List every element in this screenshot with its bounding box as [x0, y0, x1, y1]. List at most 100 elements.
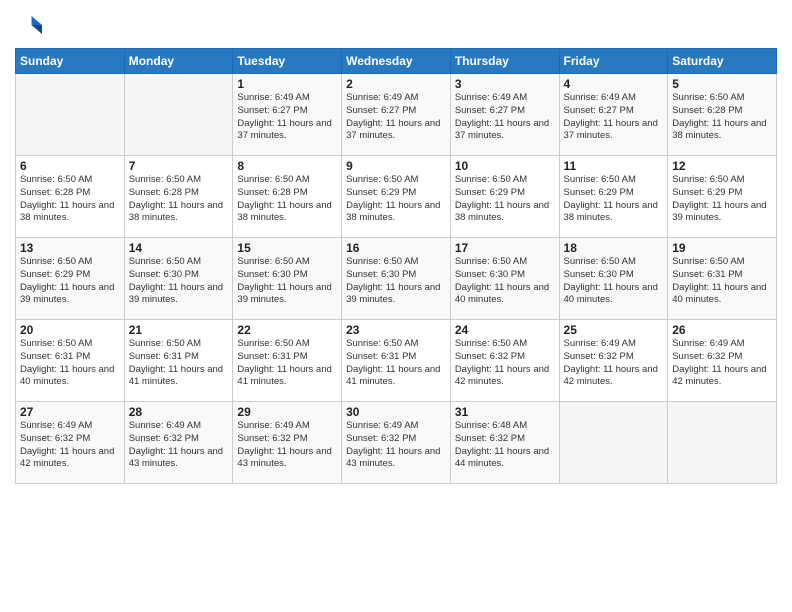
day-info: Sunrise: 6:49 AM Sunset: 6:32 PM Dayligh… — [346, 420, 446, 471]
day-info: Sunrise: 6:50 AM Sunset: 6:32 PM Dayligh… — [455, 338, 555, 389]
calendar-week-4: 20Sunrise: 6:50 AM Sunset: 6:31 PM Dayli… — [16, 320, 777, 402]
calendar-cell — [16, 74, 125, 156]
day-info: Sunrise: 6:48 AM Sunset: 6:32 PM Dayligh… — [455, 420, 555, 471]
day-number: 26 — [672, 323, 772, 337]
calendar-cell: 20Sunrise: 6:50 AM Sunset: 6:31 PM Dayli… — [16, 320, 125, 402]
day-number: 9 — [346, 159, 446, 173]
calendar-cell: 26Sunrise: 6:49 AM Sunset: 6:32 PM Dayli… — [668, 320, 777, 402]
day-info: Sunrise: 6:49 AM Sunset: 6:32 PM Dayligh… — [20, 420, 120, 471]
calendar-cell: 8Sunrise: 6:50 AM Sunset: 6:28 PM Daylig… — [233, 156, 342, 238]
header — [15, 10, 777, 40]
calendar-cell: 13Sunrise: 6:50 AM Sunset: 6:29 PM Dayli… — [16, 238, 125, 320]
calendar-cell: 9Sunrise: 6:50 AM Sunset: 6:29 PM Daylig… — [342, 156, 451, 238]
calendar-header-row: SundayMondayTuesdayWednesdayThursdayFrid… — [16, 49, 777, 74]
day-number: 12 — [672, 159, 772, 173]
day-number: 15 — [237, 241, 337, 255]
day-info: Sunrise: 6:50 AM Sunset: 6:30 PM Dayligh… — [564, 256, 664, 307]
header-monday: Monday — [124, 49, 233, 74]
day-number: 22 — [237, 323, 337, 337]
page: SundayMondayTuesdayWednesdayThursdayFrid… — [0, 0, 792, 612]
calendar-cell: 3Sunrise: 6:49 AM Sunset: 6:27 PM Daylig… — [450, 74, 559, 156]
header-wednesday: Wednesday — [342, 49, 451, 74]
calendar-week-5: 27Sunrise: 6:49 AM Sunset: 6:32 PM Dayli… — [16, 402, 777, 484]
day-info: Sunrise: 6:50 AM Sunset: 6:31 PM Dayligh… — [237, 338, 337, 389]
day-number: 2 — [346, 77, 446, 91]
calendar-cell — [668, 402, 777, 484]
calendar-cell: 21Sunrise: 6:50 AM Sunset: 6:31 PM Dayli… — [124, 320, 233, 402]
day-number: 31 — [455, 405, 555, 419]
day-info: Sunrise: 6:50 AM Sunset: 6:31 PM Dayligh… — [672, 256, 772, 307]
calendar-cell: 6Sunrise: 6:50 AM Sunset: 6:28 PM Daylig… — [16, 156, 125, 238]
day-number: 7 — [129, 159, 229, 173]
day-number: 16 — [346, 241, 446, 255]
day-info: Sunrise: 6:49 AM Sunset: 6:27 PM Dayligh… — [346, 92, 446, 143]
calendar-cell: 15Sunrise: 6:50 AM Sunset: 6:30 PM Dayli… — [233, 238, 342, 320]
calendar-cell: 28Sunrise: 6:49 AM Sunset: 6:32 PM Dayli… — [124, 402, 233, 484]
day-number: 8 — [237, 159, 337, 173]
header-friday: Friday — [559, 49, 668, 74]
calendar-cell: 30Sunrise: 6:49 AM Sunset: 6:32 PM Dayli… — [342, 402, 451, 484]
day-info: Sunrise: 6:49 AM Sunset: 6:32 PM Dayligh… — [672, 338, 772, 389]
logo — [15, 10, 49, 40]
day-number: 25 — [564, 323, 664, 337]
calendar-cell — [559, 402, 668, 484]
calendar-cell: 22Sunrise: 6:50 AM Sunset: 6:31 PM Dayli… — [233, 320, 342, 402]
day-info: Sunrise: 6:49 AM Sunset: 6:27 PM Dayligh… — [455, 92, 555, 143]
day-info: Sunrise: 6:50 AM Sunset: 6:30 PM Dayligh… — [455, 256, 555, 307]
day-info: Sunrise: 6:49 AM Sunset: 6:32 PM Dayligh… — [237, 420, 337, 471]
day-info: Sunrise: 6:50 AM Sunset: 6:29 PM Dayligh… — [564, 174, 664, 225]
day-number: 10 — [455, 159, 555, 173]
calendar-cell: 11Sunrise: 6:50 AM Sunset: 6:29 PM Dayli… — [559, 156, 668, 238]
day-info: Sunrise: 6:49 AM Sunset: 6:32 PM Dayligh… — [564, 338, 664, 389]
day-info: Sunrise: 6:50 AM Sunset: 6:28 PM Dayligh… — [20, 174, 120, 225]
day-info: Sunrise: 6:50 AM Sunset: 6:29 PM Dayligh… — [346, 174, 446, 225]
day-number: 29 — [237, 405, 337, 419]
day-info: Sunrise: 6:50 AM Sunset: 6:28 PM Dayligh… — [129, 174, 229, 225]
calendar-cell: 14Sunrise: 6:50 AM Sunset: 6:30 PM Dayli… — [124, 238, 233, 320]
calendar-cell: 23Sunrise: 6:50 AM Sunset: 6:31 PM Dayli… — [342, 320, 451, 402]
header-tuesday: Tuesday — [233, 49, 342, 74]
day-info: Sunrise: 6:50 AM Sunset: 6:29 PM Dayligh… — [455, 174, 555, 225]
calendar-cell: 7Sunrise: 6:50 AM Sunset: 6:28 PM Daylig… — [124, 156, 233, 238]
calendar-week-2: 6Sunrise: 6:50 AM Sunset: 6:28 PM Daylig… — [16, 156, 777, 238]
calendar-cell: 4Sunrise: 6:49 AM Sunset: 6:27 PM Daylig… — [559, 74, 668, 156]
day-number: 1 — [237, 77, 337, 91]
day-number: 3 — [455, 77, 555, 91]
day-number: 27 — [20, 405, 120, 419]
day-info: Sunrise: 6:50 AM Sunset: 6:28 PM Dayligh… — [672, 92, 772, 143]
calendar-cell: 31Sunrise: 6:48 AM Sunset: 6:32 PM Dayli… — [450, 402, 559, 484]
calendar-cell: 18Sunrise: 6:50 AM Sunset: 6:30 PM Dayli… — [559, 238, 668, 320]
calendar-cell: 17Sunrise: 6:50 AM Sunset: 6:30 PM Dayli… — [450, 238, 559, 320]
day-number: 5 — [672, 77, 772, 91]
day-number: 18 — [564, 241, 664, 255]
header-saturday: Saturday — [668, 49, 777, 74]
day-info: Sunrise: 6:50 AM Sunset: 6:31 PM Dayligh… — [20, 338, 120, 389]
calendar-cell: 1Sunrise: 6:49 AM Sunset: 6:27 PM Daylig… — [233, 74, 342, 156]
day-number: 17 — [455, 241, 555, 255]
calendar-cell: 10Sunrise: 6:50 AM Sunset: 6:29 PM Dayli… — [450, 156, 559, 238]
day-info: Sunrise: 6:49 AM Sunset: 6:27 PM Dayligh… — [237, 92, 337, 143]
day-number: 23 — [346, 323, 446, 337]
day-info: Sunrise: 6:50 AM Sunset: 6:30 PM Dayligh… — [346, 256, 446, 307]
day-number: 13 — [20, 241, 120, 255]
calendar-cell: 16Sunrise: 6:50 AM Sunset: 6:30 PM Dayli… — [342, 238, 451, 320]
header-sunday: Sunday — [16, 49, 125, 74]
calendar-week-3: 13Sunrise: 6:50 AM Sunset: 6:29 PM Dayli… — [16, 238, 777, 320]
day-number: 24 — [455, 323, 555, 337]
day-info: Sunrise: 6:50 AM Sunset: 6:28 PM Dayligh… — [237, 174, 337, 225]
day-number: 6 — [20, 159, 120, 173]
calendar-cell: 27Sunrise: 6:49 AM Sunset: 6:32 PM Dayli… — [16, 402, 125, 484]
calendar-cell: 19Sunrise: 6:50 AM Sunset: 6:31 PM Dayli… — [668, 238, 777, 320]
day-number: 11 — [564, 159, 664, 173]
day-info: Sunrise: 6:49 AM Sunset: 6:27 PM Dayligh… — [564, 92, 664, 143]
day-info: Sunrise: 6:50 AM Sunset: 6:30 PM Dayligh… — [237, 256, 337, 307]
calendar-cell: 29Sunrise: 6:49 AM Sunset: 6:32 PM Dayli… — [233, 402, 342, 484]
day-info: Sunrise: 6:50 AM Sunset: 6:30 PM Dayligh… — [129, 256, 229, 307]
calendar-cell: 12Sunrise: 6:50 AM Sunset: 6:29 PM Dayli… — [668, 156, 777, 238]
calendar-table: SundayMondayTuesdayWednesdayThursdayFrid… — [15, 48, 777, 484]
day-info: Sunrise: 6:50 AM Sunset: 6:29 PM Dayligh… — [672, 174, 772, 225]
header-thursday: Thursday — [450, 49, 559, 74]
calendar-cell: 2Sunrise: 6:49 AM Sunset: 6:27 PM Daylig… — [342, 74, 451, 156]
day-number: 28 — [129, 405, 229, 419]
day-info: Sunrise: 6:50 AM Sunset: 6:31 PM Dayligh… — [346, 338, 446, 389]
